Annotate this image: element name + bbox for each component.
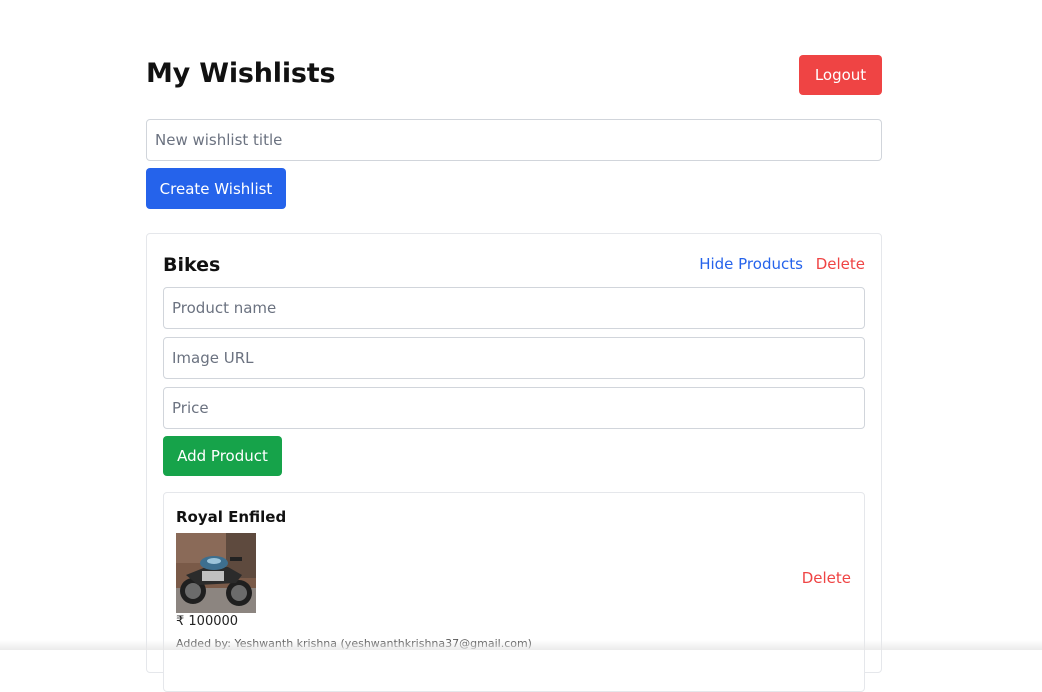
wishlist-title: Bikes (163, 254, 221, 276)
new-wishlist-title-input[interactable] (146, 119, 882, 161)
motorcycle-photo (176, 533, 256, 613)
product-price: ₹ 100000 (176, 614, 239, 629)
product-name: Royal Enfiled (176, 508, 287, 526)
add-product-button[interactable]: Add Product (163, 436, 282, 476)
hide-products-link[interactable]: Hide Products (699, 255, 803, 273)
wishlist-actions: Hide Products Delete (699, 255, 865, 273)
image-url-input[interactable] (163, 337, 865, 379)
logout-button[interactable]: Logout (799, 55, 882, 95)
product-card: Royal Enfiled ₹ 100000 Delete (163, 492, 865, 692)
product-name-input[interactable] (163, 287, 865, 329)
create-wishlist-button[interactable]: Create Wishlist (146, 168, 286, 209)
wishlist-card: Bikes Hide Products Delete Add Product R… (146, 233, 882, 692)
delete-wishlist-link[interactable]: Delete (816, 255, 865, 273)
delete-product-link[interactable]: Delete (802, 569, 851, 587)
page-title: My Wishlists (146, 58, 336, 89)
header: My Wishlists Logout (146, 55, 882, 95)
product-image (176, 533, 256, 613)
bottom-edge-shadow (0, 640, 1042, 650)
price-input[interactable] (163, 387, 865, 429)
